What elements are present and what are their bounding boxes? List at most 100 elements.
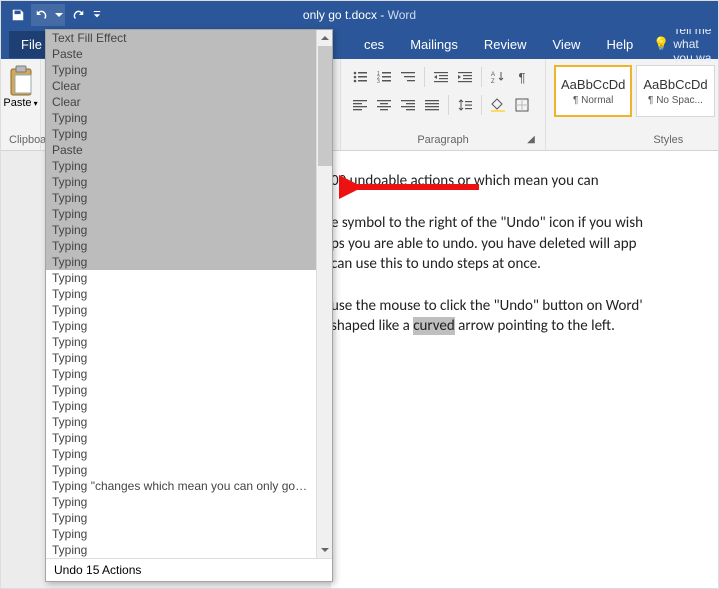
group-clipboard: Paste▾ Clipboar bbox=[1, 59, 41, 150]
undo-history-item[interactable]: Typing bbox=[46, 174, 316, 190]
lightbulb-icon: 💡 bbox=[653, 36, 669, 52]
undo-history-item[interactable]: Typing bbox=[46, 62, 316, 78]
styles-gallery[interactable]: AaBbCcDd¶ Normal AaBbCcDd ¶ No Spac...AaBb… bbox=[554, 63, 719, 119]
style-preview: AaBbCcDd bbox=[643, 77, 707, 92]
undo-history-item[interactable]: Typing bbox=[46, 366, 316, 382]
tab-help[interactable]: Help bbox=[594, 31, 645, 58]
undo-history-item[interactable]: Typing bbox=[46, 302, 316, 318]
bullets-button[interactable] bbox=[349, 66, 371, 88]
title-sep: - bbox=[377, 8, 388, 22]
text-run: ps you are able to undo. you have delete… bbox=[331, 235, 636, 253]
undo-history-dropdown: Text Fill EffectPasteTypingClearClearTyp… bbox=[45, 29, 333, 582]
indent-icon bbox=[458, 70, 472, 84]
chevron-down-icon bbox=[321, 546, 329, 554]
undo-history-item[interactable]: Typing bbox=[46, 542, 316, 558]
redo-icon bbox=[71, 8, 85, 22]
undo-history-item[interactable]: Typing bbox=[46, 190, 316, 206]
style-gallery-item[interactable]: AaBbCcDd ¶ No Spac... bbox=[636, 65, 714, 117]
undo-history-item[interactable]: Paste bbox=[46, 46, 316, 62]
undo-history-item[interactable]: Typing bbox=[46, 526, 316, 542]
decrease-indent-button[interactable] bbox=[430, 66, 452, 88]
style-gallery-item[interactable]: AaBbCcDd¶ Normal bbox=[554, 65, 632, 117]
undo-history-item[interactable]: Typing bbox=[46, 398, 316, 414]
undo-history-item[interactable]: Typing bbox=[46, 446, 316, 462]
increase-indent-button[interactable] bbox=[454, 66, 476, 88]
customize-icon bbox=[93, 11, 101, 19]
numbering-button[interactable]: 123 bbox=[373, 66, 395, 88]
undo-history-item[interactable]: Typing "changes which mean you can only … bbox=[46, 478, 316, 494]
undo-history-item[interactable]: Typing bbox=[46, 382, 316, 398]
style-name: ¶ No Spac... bbox=[648, 95, 703, 106]
scroll-up-button[interactable] bbox=[317, 30, 333, 46]
tab-view[interactable]: View bbox=[541, 31, 593, 58]
undo-history-item[interactable]: Typing bbox=[46, 254, 316, 270]
paragraph-text: use the mouse to click the "Undo" button… bbox=[331, 296, 718, 337]
style-name: ¶ Normal bbox=[573, 95, 613, 106]
bullets-icon bbox=[353, 70, 367, 84]
save-button[interactable] bbox=[7, 4, 29, 26]
undo-history-item[interactable]: Clear bbox=[46, 94, 316, 110]
line-spacing-button[interactable] bbox=[454, 94, 476, 116]
scrollbar-vertical[interactable] bbox=[316, 30, 332, 558]
undo-history-item[interactable]: Typing bbox=[46, 334, 316, 350]
sort-icon: AZ bbox=[491, 70, 505, 84]
text-run: shaped like a bbox=[331, 317, 413, 335]
undo-history-item[interactable]: Typing bbox=[46, 350, 316, 366]
document-page[interactable]: 00 undoable actions or which mean you ca… bbox=[331, 151, 718, 588]
paste-label: Paste bbox=[3, 97, 31, 109]
tab-review[interactable]: Review bbox=[472, 31, 539, 58]
title-bar: only go t.docx - Word bbox=[1, 1, 718, 29]
multilevel-list-button[interactable] bbox=[397, 66, 419, 88]
undo-history-item[interactable]: Typing bbox=[46, 462, 316, 478]
undo-dropdown-button[interactable] bbox=[53, 4, 65, 26]
save-icon bbox=[11, 8, 25, 22]
redo-button[interactable] bbox=[67, 4, 89, 26]
paragraph-dialog-launcher[interactable]: ◢ bbox=[525, 134, 537, 146]
document-name: only go t.docx bbox=[303, 8, 377, 22]
undo-history-item[interactable]: Text Fill Effect bbox=[46, 30, 316, 46]
undo-split-button[interactable] bbox=[31, 4, 65, 26]
borders-button[interactable] bbox=[511, 94, 533, 116]
pilcrow-icon: ¶ bbox=[519, 70, 526, 85]
undo-history-item[interactable]: Clear bbox=[46, 78, 316, 94]
undo-history-item[interactable]: Paste bbox=[46, 142, 316, 158]
align-center-icon bbox=[377, 98, 391, 112]
scrollbar-thumb[interactable] bbox=[318, 46, 332, 166]
undo-icon bbox=[35, 8, 49, 22]
undo-history-item[interactable]: Typing bbox=[46, 494, 316, 510]
undo-button[interactable] bbox=[31, 4, 53, 26]
undo-history-item[interactable]: Typing bbox=[46, 206, 316, 222]
undo-history-item[interactable]: Typing bbox=[46, 126, 316, 142]
shading-icon bbox=[491, 98, 505, 112]
undo-history-item[interactable]: Typing bbox=[46, 238, 316, 254]
text-run: arrow pointing to the left. bbox=[455, 317, 615, 335]
align-center-button[interactable] bbox=[373, 94, 395, 116]
paste-button[interactable]: Paste▾ bbox=[9, 63, 32, 111]
undo-history-item[interactable]: Typing bbox=[46, 510, 316, 526]
undo-history-item[interactable]: Typing bbox=[46, 286, 316, 302]
undo-history-item[interactable]: Typing bbox=[46, 318, 316, 334]
undo-history-item[interactable]: Typing bbox=[46, 430, 316, 446]
undo-history-item[interactable]: Typing bbox=[46, 270, 316, 286]
justify-icon bbox=[425, 98, 439, 112]
group-label-styles: Styles bbox=[554, 132, 719, 148]
tab-references[interactable]: ces bbox=[352, 31, 396, 58]
show-marks-button[interactable]: ¶ bbox=[511, 66, 533, 88]
scroll-down-button[interactable] bbox=[317, 542, 333, 558]
undo-history-item[interactable]: Typing bbox=[46, 158, 316, 174]
sort-button[interactable]: AZ bbox=[487, 66, 509, 88]
undo-history-item[interactable]: Typing bbox=[46, 414, 316, 430]
align-left-button[interactable] bbox=[349, 94, 371, 116]
undo-history-item[interactable]: Typing bbox=[46, 110, 316, 126]
align-left-icon bbox=[353, 98, 367, 112]
justify-button[interactable] bbox=[421, 94, 443, 116]
svg-text:3: 3 bbox=[377, 79, 380, 84]
undo-history-item[interactable]: Typing bbox=[46, 222, 316, 238]
quick-access-toolbar bbox=[1, 4, 103, 26]
align-right-button[interactable] bbox=[397, 94, 419, 116]
chevron-down-icon bbox=[55, 11, 63, 19]
paragraph-text: e symbol to the right of the "Undo" icon… bbox=[331, 213, 718, 274]
tab-mailings[interactable]: Mailings bbox=[398, 31, 470, 58]
shading-button[interactable] bbox=[487, 94, 509, 116]
qat-customize-button[interactable] bbox=[91, 4, 103, 26]
